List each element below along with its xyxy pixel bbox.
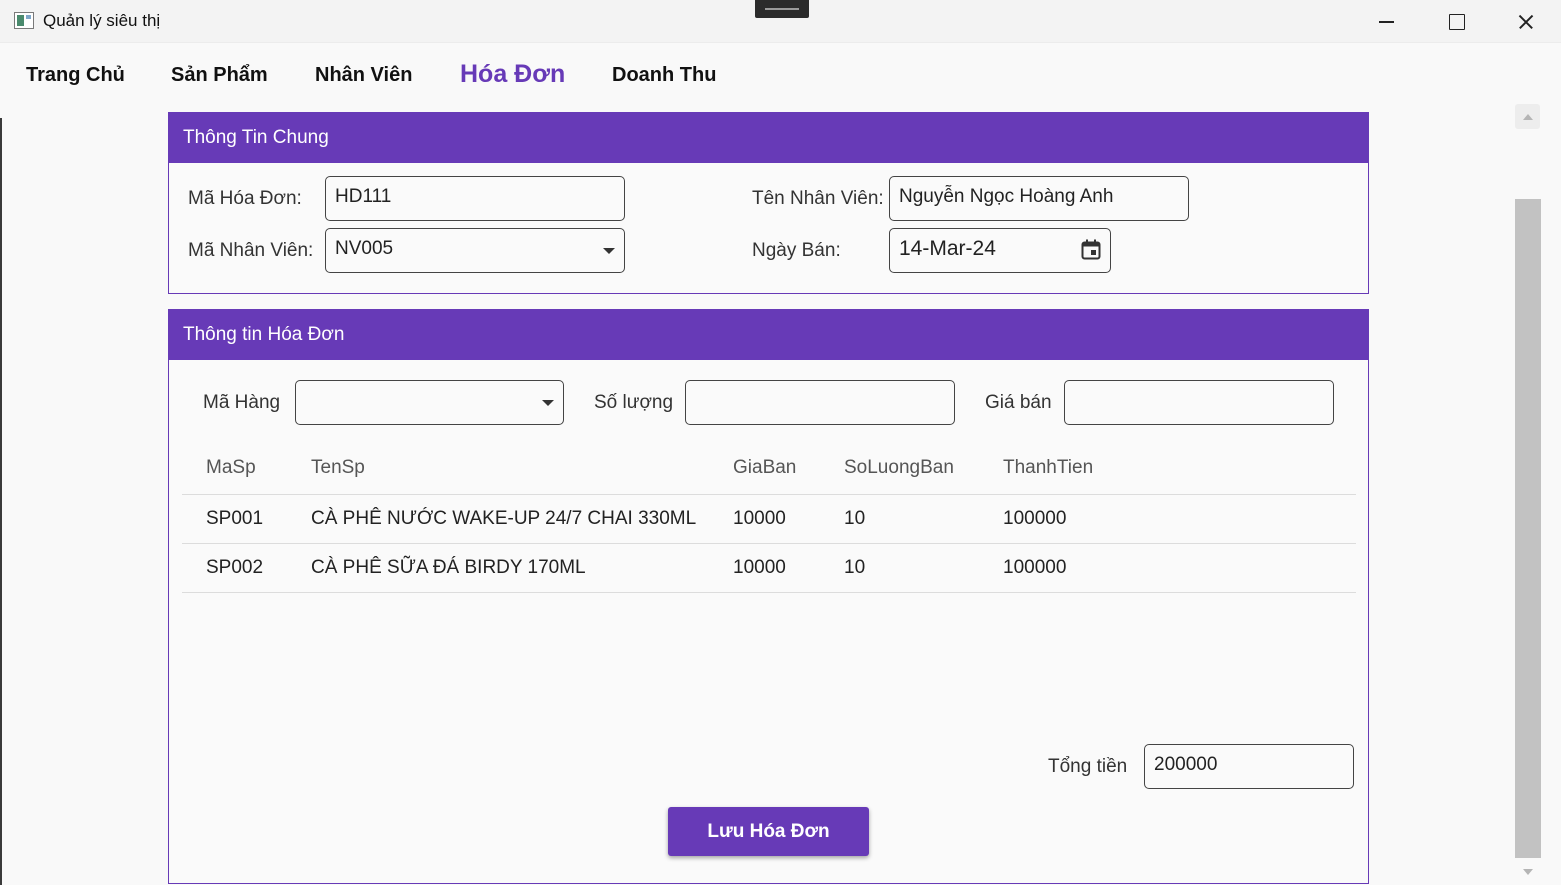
nav-item-employees[interactable]: Nhân Viên [315,58,412,92]
price-input[interactable] [1064,380,1334,425]
snap-grip-handle[interactable] [755,0,809,18]
employee-name-input[interactable]: Nguyễn Ngọc Hoàng Anh [889,176,1189,221]
cell-soluongban: 10 [844,508,866,529]
cell-soluongban: 10 [844,557,866,578]
invoice-info-card: Thông tin Hóa Đơn Mã Hàng Số lượng Giá b… [168,309,1369,884]
table-header-row: MaSp TenSp GiaBan SoLuongBan ThanhTien [182,445,1356,495]
employee-id-combobox[interactable]: NV005 [325,228,625,273]
general-info-header: Thông Tin Chung [169,113,1368,163]
product-code-label: Mã Hàng [203,392,281,413]
maximize-button[interactable] [1421,0,1491,43]
column-header-tensp[interactable]: TenSp [311,445,365,491]
invoice-id-label: Mã Hóa Đơn: [188,188,302,209]
nav-item-home[interactable]: Trang Chủ [26,58,125,92]
nav-item-revenue[interactable]: Doanh Thu [612,58,716,92]
app-icon [14,12,34,29]
calendar-icon[interactable] [1081,239,1101,260]
cell-thanhtien: 100000 [1003,557,1067,578]
sale-date-picker[interactable]: 14-Mar-24 [889,228,1111,273]
chevron-down-icon[interactable] [603,248,615,254]
close-button[interactable] [1491,0,1561,43]
chevron-down-icon[interactable] [542,400,554,406]
column-header-giaban[interactable]: GiaBan [733,445,796,491]
employee-id-label: Mã Nhân Viên: [188,240,314,261]
sale-date-label: Ngày Bán: [752,240,841,261]
general-info-card: Thông Tin Chung Mã Hóa Đơn: HD111 Tên Nh… [168,112,1369,294]
column-header-masp[interactable]: MaSp [206,445,256,491]
title-bar: Quản lý siêu thị [0,0,1561,43]
cell-thanhtien: 100000 [1003,508,1067,529]
nav-item-products[interactable]: Sản Phẩm [171,58,268,92]
column-header-thanhtien[interactable]: ThanhTien [1003,445,1093,491]
invoice-info-header: Thông tin Hóa Đơn [169,310,1368,360]
scroll-up-arrow-icon[interactable] [1515,104,1540,129]
total-label: Tổng tiền [1048,756,1128,777]
cell-masp: SP002 [206,557,264,578]
save-invoice-button[interactable]: Lưu Hóa Đơn [668,807,869,856]
product-code-combobox[interactable] [295,380,564,425]
total-input[interactable]: 200000 [1144,744,1354,789]
table-row[interactable]: SP001 CÀ PHÊ NƯỚC WAKE-UP 24/7 CHAI 330M… [182,495,1356,544]
cell-giaban: 10000 [733,508,786,529]
column-header-soluongban[interactable]: SoLuongBan [844,445,954,491]
scroll-down-arrow-icon[interactable] [1515,860,1540,885]
scrollbar-thumb[interactable] [1515,199,1541,858]
invoice-id-input[interactable]: HD111 [325,176,625,221]
sale-date-value: 14-Mar-24 [899,237,996,260]
invoice-items-table: MaSp TenSp GiaBan SoLuongBan ThanhTien S… [182,445,1356,593]
minimize-button[interactable] [1351,0,1421,43]
quantity-label: Số lượng [594,392,674,413]
price-label: Giá bán [985,392,1052,413]
table-row[interactable]: SP002 CÀ PHÊ SỮA ĐÁ BIRDY 170ML 10000 10… [182,544,1356,593]
nav-item-invoices[interactable]: Hóa Đơn [460,57,565,91]
cell-tensp: CÀ PHÊ SỮA ĐÁ BIRDY 170ML [311,557,586,578]
quantity-input[interactable] [685,380,955,425]
window-title: Quản lý siêu thị [43,11,161,30]
window-edge [0,118,2,885]
employee-id-value: NV005 [335,238,394,259]
cell-masp: SP001 [206,508,264,529]
cell-tensp: CÀ PHÊ NƯỚC WAKE-UP 24/7 CHAI 330ML [311,508,697,529]
cell-giaban: 10000 [733,557,786,578]
employee-name-label: Tên Nhân Viên: [752,188,884,209]
